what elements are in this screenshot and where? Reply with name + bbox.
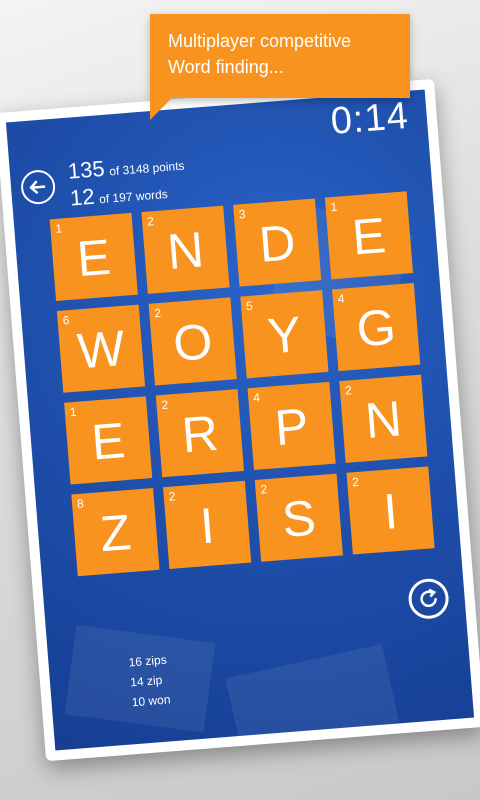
tile-letter: E [75,228,113,288]
back-arrow-icon [29,180,46,195]
letter-tile[interactable]: 1E [324,191,413,280]
word-text: zip [146,672,163,689]
phone-frame: 135 of 3148 points 12 of 197 words 0:14 … [0,78,480,762]
letter-tile[interactable]: 5Y [240,290,329,379]
found-word-item: 10 won [131,689,171,712]
countdown-timer: 0:14 [329,94,411,143]
tile-letter: I [381,483,400,540]
word-text: won [147,692,171,709]
refresh-icon [420,588,437,608]
background-shape [225,643,399,751]
letter-tile[interactable]: 1E [49,212,138,302]
letter-tile[interactable]: 1E [64,396,153,485]
tile-letter: O [171,313,215,372]
game-screen: 135 of 3148 points 12 of 197 words 0:14 … [5,89,475,751]
callout-tail [150,98,172,120]
letter-tile[interactable]: 6W [56,304,146,393]
letter-tile[interactable]: 2I [346,466,435,555]
found-word-item: 16 zips [128,649,168,672]
points-value: 135 [66,155,106,184]
callout-line-1: Multiplayer competitive [168,31,352,51]
points-total: of 3148 points [108,158,185,179]
tile-letter: R [179,404,221,464]
letter-tile[interactable]: 8Z [71,488,160,577]
tile-letter: D [257,214,298,273]
tile-letter: N [165,221,206,281]
letter-grid: 1E 2N 3D 1E 6W 2O 5Y 4G 1E 2R 4P 2N 8Z 2… [49,191,435,577]
letter-tile[interactable]: 4P [247,381,336,471]
word-text: zips [144,652,168,669]
tile-letter: S [280,489,318,548]
words-value: 12 [69,183,96,211]
words-total: of 197 words [98,186,169,207]
tile-letter: W [75,319,127,380]
word-score: 10 [131,694,146,710]
tile-letter: E [350,207,388,266]
letter-tile[interactable]: 2O [148,297,237,386]
shuffle-button[interactable] [407,577,451,621]
tile-letter: Y [265,306,304,365]
letter-tile[interactable]: 3D [233,198,322,287]
promo-callout: Multiplayer competitive Word finding... [150,14,410,98]
letter-tile[interactable]: 2I [163,480,252,569]
tile-letter: E [89,412,128,471]
found-words-list: 16 zips 14 zip 10 won [128,649,171,712]
word-score: 14 [129,674,145,690]
word-score: 16 [128,654,143,670]
letter-tile[interactable]: 2N [339,374,428,463]
letter-tile[interactable]: 4G [332,282,421,372]
letter-tile[interactable]: 2S [254,473,343,562]
callout-line-2: Word finding... [168,57,284,77]
tile-letter: N [363,390,404,450]
tile-letter: P [272,397,311,457]
letter-tile[interactable]: 2N [141,205,230,294]
tile-letter: I [198,497,217,555]
letter-tile[interactable]: 2R [155,389,245,478]
back-button[interactable] [19,168,57,206]
tile-letter: Z [98,504,133,563]
tile-letter: G [354,298,398,358]
score-panel: 135 of 3148 points 12 of 197 words [67,151,187,214]
